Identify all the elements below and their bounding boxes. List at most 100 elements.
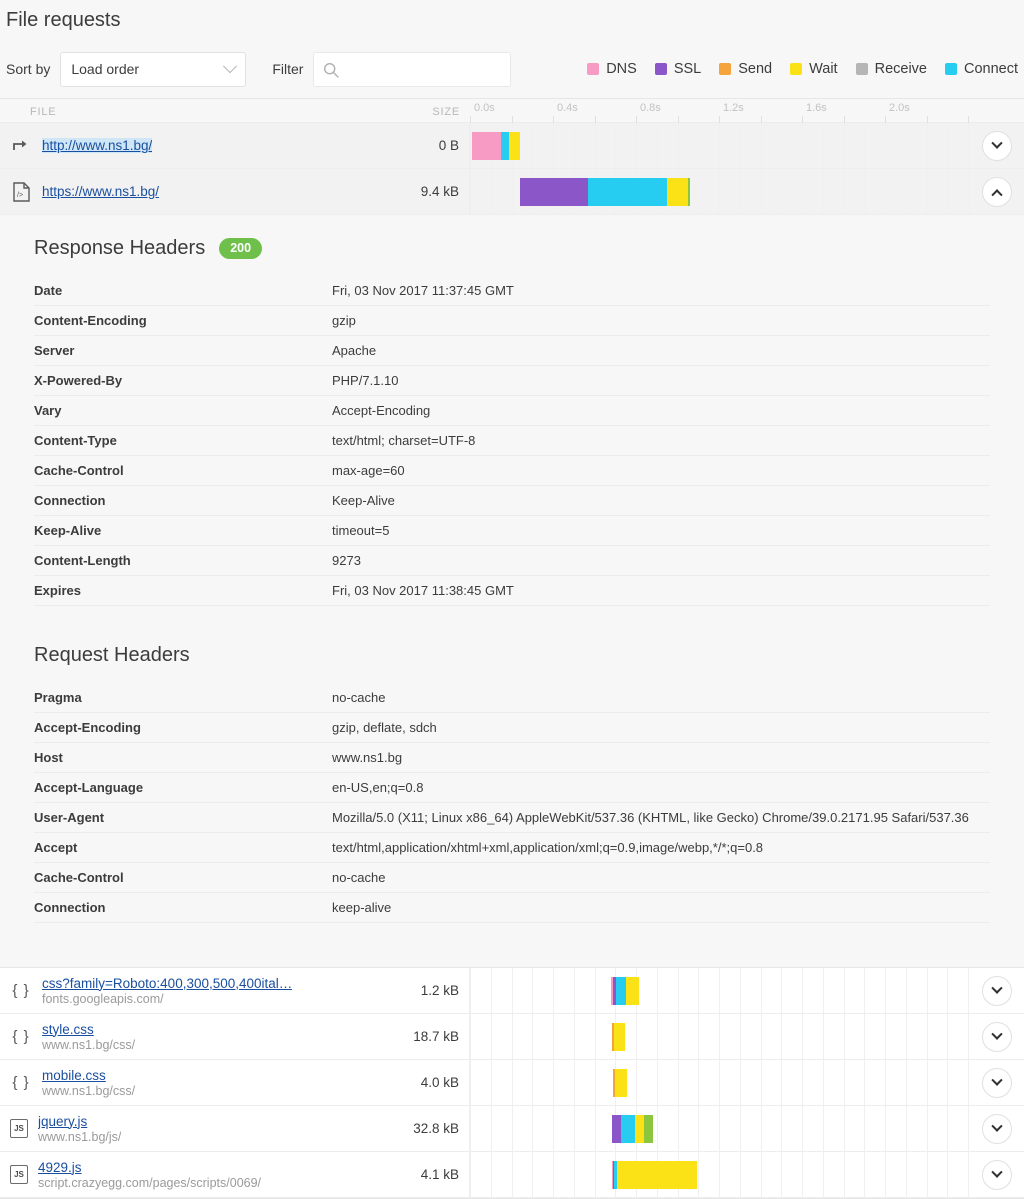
waterfall-gridlines [470,1106,969,1151]
file-url-link[interactable]: https://www.ns1.bg/ [42,184,159,199]
sort-by-select[interactable]: Load order [60,51,247,87]
file-host: script.crazyegg.com/pages/scripts/0069/ [38,1175,262,1190]
table-row[interactable]: { } mobile.css www.ns1.bg/css/4.0 kB [0,1060,1024,1106]
html-file-icon: /> [10,181,32,203]
file-requests-table: FILE SIZE 0.0s 0.4s 0.8s 1.2s 1.6s 2.0s http:… [0,98,1024,1199]
file-size: 4.0 kB [420,1075,459,1090]
header-name: Date [34,276,332,306]
legend-swatch-ssl-icon [654,63,667,75]
header-row: Pragma no-cache [34,683,990,713]
timeline-tick-mark [511,115,513,123]
expand-row-button[interactable] [981,1159,1012,1190]
table-row[interactable]: /> https://www.ns1.bg/9.4 kB [0,169,1024,215]
header-name: Server [34,335,332,366]
waterfall-cell [470,1106,969,1151]
header-row: Keep-Alive timeout=5 [34,515,990,546]
waterfall-cell [470,1060,969,1105]
table-row[interactable]: { } css?family=Roboto:400,300,500,400ital… [0,968,1024,1014]
file-size: 18.7 kB [413,1029,459,1044]
header-name: User-Agent [34,802,332,833]
waterfall-bar[interactable] [472,131,520,160]
filter-search-wrap[interactable] [313,51,512,87]
header-value: www.ns1.bg [332,742,990,773]
header-name: Vary [34,395,332,426]
table-row[interactable]: JS 4929.js script.crazyegg.com/pages/scrip… [0,1152,1024,1198]
header-row: Host www.ns1.bg [34,742,990,773]
waterfall-bar[interactable] [613,1068,627,1097]
waterfall-gridlines [470,123,969,168]
timeline-tick-mark [760,115,762,123]
table-row[interactable]: http://www.ns1.bg/0 B [0,123,1024,169]
expand-row-button[interactable] [981,1021,1012,1052]
legend-swatch-receive-icon [855,63,868,75]
header-row: Cache-Control no-cache [34,862,990,893]
timeline-tick-mark [636,115,637,123]
header-value: Accept-Encoding [332,395,990,426]
js-file-icon: JS [10,1119,28,1138]
file-url-link[interactable]: css?family=Roboto:400,300,500,400ital… [42,976,292,991]
timeline-tick-mark [594,115,596,123]
legend-item-send: Send [719,61,772,77]
legend-label: Connect [963,61,1018,77]
waterfall-cell [470,1014,969,1059]
header-name: Content-Length [34,545,332,576]
expand-row-button[interactable] [981,130,1012,161]
table-row[interactable]: { } style.css www.ns1.bg/css/18.7 kB [0,1014,1024,1060]
expand-row-button[interactable] [981,975,1012,1006]
filter-label: Filter [272,61,304,77]
timeline-tick-mark [553,115,554,123]
header-row: X-Powered-By PHP/7.1.10 [34,365,990,396]
css-file-icon: { } [12,982,30,999]
waterfall-segment-wait [667,177,688,206]
header-value: timeout=5 [332,515,990,546]
request-headers-title: Request Headers [34,644,190,666]
expand-row-button[interactable] [981,1067,1012,1098]
timeline-ruler: 0.0s 0.4s 0.8s 1.2s 1.6s 2.0s [470,99,969,123]
waterfall-bar[interactable] [611,1160,697,1189]
timeline-tick-mark [802,115,803,123]
expand-row-button[interactable] [981,1113,1012,1144]
waterfall-cell [470,169,969,214]
collapse-row-button[interactable] [981,176,1012,207]
waterfall-bar[interactable] [519,177,690,206]
header-name: Cache-Control [34,455,332,486]
file-url-link[interactable]: 4929.js [38,1160,261,1175]
waterfall-gridlines [470,968,969,1013]
chevron-down-icon [990,982,1003,994]
timeline-tick-label: 0.8s [640,101,661,114]
timeline-tick-label: 0.0s [474,101,495,114]
waterfall-gridlines [470,1152,969,1197]
waterfall-gridlines [470,1014,969,1059]
header-value: gzip, deflate, sdch [332,712,990,743]
header-row: User-Agent Mozilla/5.0 (X11; Linux x86_64… [34,802,990,833]
header-row: Content-Length 9273 [34,545,990,576]
file-host: www.ns1.bg/css/ [42,1037,136,1052]
waterfall-segment-connect [588,177,668,206]
chevron-up-icon [990,188,1003,200]
header-name: X-Powered-By [34,365,332,396]
header-row: Content-Encoding gzip [34,305,990,336]
search-icon [324,62,340,78]
header-value: PHP/7.1.10 [332,365,990,396]
table-row[interactable]: JS jquery.js www.ns1.bg/js/32.8 kB [0,1106,1024,1152]
timeline-tick-label: 1.2s [723,101,744,114]
sort-by-label: Sort by [6,61,51,77]
file-url-link[interactable]: mobile.css [42,1068,135,1083]
waterfall-segment-receive [687,177,690,206]
header-value: keep-alive [332,892,990,923]
waterfall-bar[interactable] [611,1022,626,1051]
header-row: Cache-Control max-age=60 [34,455,990,486]
waterfall-segment-wait [509,131,520,160]
waterfall-cell [470,968,969,1013]
waterfall-bar[interactable] [611,976,640,1005]
file-url-link[interactable]: jquery.js [38,1114,121,1129]
waterfall-segment-dns [472,131,502,160]
filter-search-input[interactable] [322,60,503,78]
file-url-link[interactable]: style.css [42,1022,135,1037]
waterfall-cell [470,123,969,168]
header-row: Content-Type text/html; charset=UTF-8 [34,425,990,456]
header-name: Content-Type [34,425,332,456]
file-url-link[interactable]: http://www.ns1.bg/ [42,138,153,153]
header-row: Server Apache [34,335,990,366]
waterfall-segment-wait [616,1160,697,1189]
